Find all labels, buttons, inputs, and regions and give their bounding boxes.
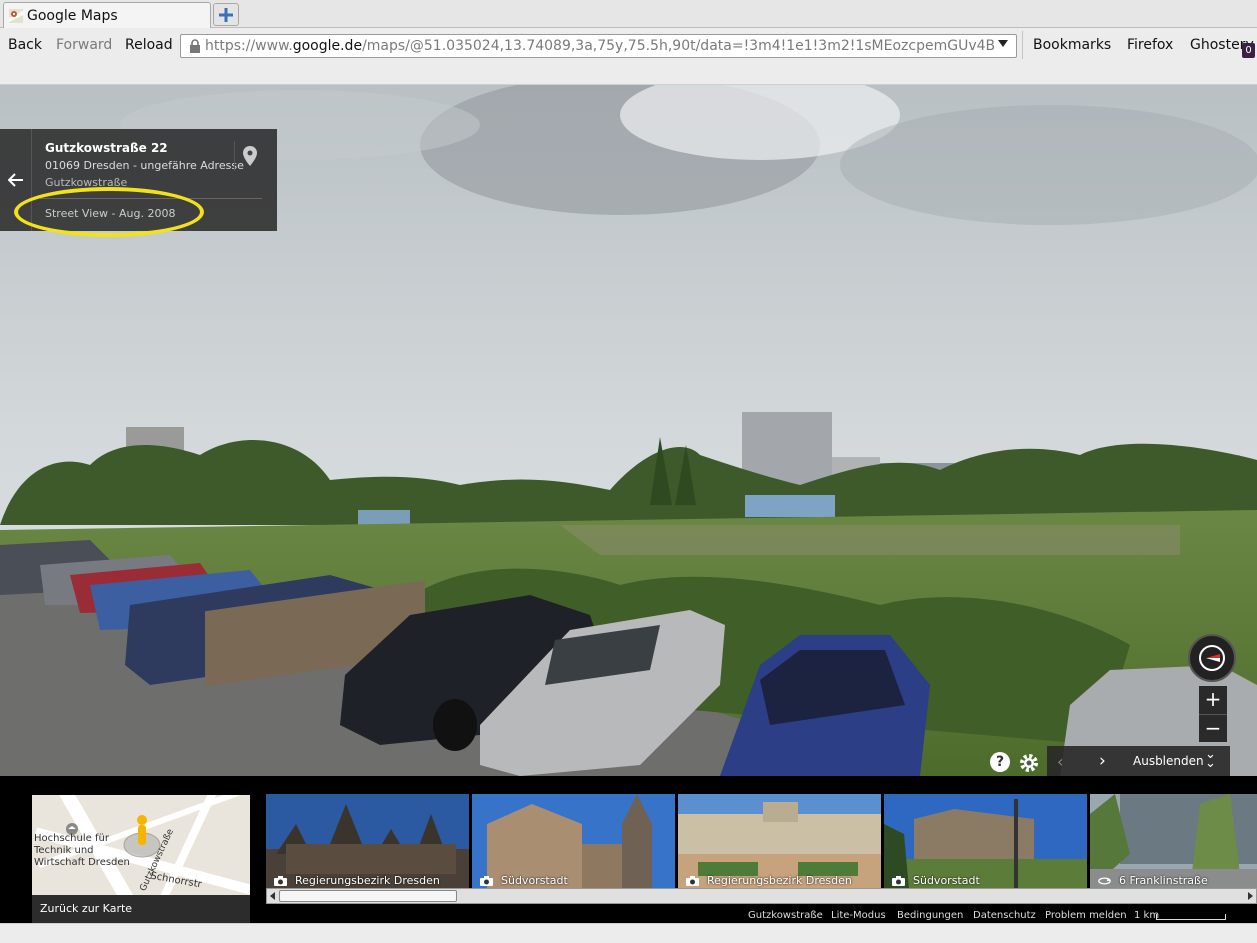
scroll-left-icon[interactable] xyxy=(270,892,275,900)
url-domain: google.de xyxy=(292,38,363,54)
map-pin-icon xyxy=(242,146,257,166)
camera-icon xyxy=(686,875,699,886)
footer-link-privacy[interactable]: Datenschutz xyxy=(973,910,1036,921)
camera-icon xyxy=(892,875,905,886)
360-icon xyxy=(1098,877,1111,884)
map-label-line-2: Technik und xyxy=(34,845,94,856)
thumbnail-caption: Regierungsbezirk Dresden xyxy=(274,874,440,887)
compass-icon xyxy=(1199,645,1225,671)
pegman-icon xyxy=(123,815,161,858)
footer-link-report-problem[interactable]: Problem melden xyxy=(1045,910,1127,921)
bottom-photo-strip: Hochschule für Technik und Wirtschaft Dr… xyxy=(0,776,1257,923)
zoom-out-button[interactable]: − xyxy=(1199,714,1227,742)
photo-thumbnails: Regierungsbezirk Dresden Südvorstadt Reg… xyxy=(266,794,1257,889)
toolbar-separator xyxy=(1022,31,1023,59)
map-label-line-1: Hochschule für xyxy=(34,833,109,844)
thumbnail-caption: 6 Franklinstraße xyxy=(1098,874,1208,887)
thumbnail-caption-text: Südvorstadt xyxy=(913,874,980,887)
hide-photos-button[interactable]: Ausblenden xyxy=(1133,754,1204,768)
mini-map[interactable]: Hochschule für Technik und Wirtschaft Dr… xyxy=(32,795,250,895)
forward-button[interactable]: Forward xyxy=(56,37,112,53)
arrow-left-icon xyxy=(7,173,23,187)
back-button[interactable]: Back xyxy=(8,37,42,53)
url-bar[interactable]: https://www.google.de/maps/@51.035024,13… xyxy=(180,34,1017,58)
photo-thumbnail[interactable]: Südvorstadt xyxy=(884,794,1087,889)
photo-thumbnail[interactable]: Südvorstadt xyxy=(472,794,675,889)
bookmarks-button[interactable]: Bookmarks xyxy=(1033,37,1111,53)
url-dropdown-icon[interactable] xyxy=(998,40,1008,47)
next-photo-button[interactable]: › xyxy=(1099,751,1106,771)
map-pin-button[interactable] xyxy=(234,141,264,171)
footer-link-lite-mode[interactable]: Lite-Modus xyxy=(831,910,886,921)
photo-thumbnail[interactable]: Regierungsbezirk Dresden xyxy=(266,794,469,889)
firefox-menu-button[interactable]: Firefox xyxy=(1127,37,1173,53)
compass-rotate-control[interactable] xyxy=(1188,634,1236,682)
tab-bar: Google Maps xyxy=(0,0,1257,28)
thumbnail-caption-text: Südvorstadt xyxy=(501,874,568,887)
thumbnail-caption-text: Regierungsbezirk Dresden xyxy=(295,874,440,887)
camera-icon xyxy=(274,875,287,886)
location-title: Gutzkowstraße 22 xyxy=(45,141,168,155)
location-address: 01069 Dresden - ungefähre Adresse xyxy=(45,159,244,172)
photo-thumbnail[interactable]: 6 Franklinstraße xyxy=(1090,794,1257,889)
reload-button[interactable]: Reload xyxy=(125,37,173,53)
previous-photo-button[interactable]: ‹ xyxy=(1057,752,1063,771)
map-footer: Gutzkowstraße Lite-Modus Bedingungen Dat… xyxy=(0,906,1257,924)
url-prefix: https://www. xyxy=(205,38,293,54)
navigation-bar: Back Forward Reload https://www.google.d… xyxy=(0,29,1257,85)
google-maps-favicon-icon xyxy=(8,8,24,24)
url-path: /maps/@51.035024,13.74089,3a,75y,75.5h,9… xyxy=(362,38,995,54)
thumbnail-caption: Südvorstadt xyxy=(892,874,980,887)
chevron-double-down-icon[interactable]: ⌄ ⌄ xyxy=(1205,748,1216,770)
thumbnail-caption: Regierungsbezirk Dresden xyxy=(686,874,852,887)
yellow-highlight-ellipse xyxy=(14,187,204,237)
thumbnail-caption-text: Regierungsbezirk Dresden xyxy=(707,874,852,887)
photo-strip-toolbar: ‹ › Ausblenden ⌄ ⌄ xyxy=(1047,746,1230,776)
scroll-right-icon[interactable] xyxy=(1248,892,1253,900)
browser-status-bar xyxy=(0,923,1257,943)
gear-icon[interactable] xyxy=(1018,752,1040,774)
photo-thumbnail[interactable]: Regierungsbezirk Dresden xyxy=(678,794,881,889)
camera-icon xyxy=(480,875,493,886)
thumbnail-caption: Südvorstadt xyxy=(480,874,568,887)
footer-link-terms[interactable]: Bedingungen xyxy=(897,910,963,921)
tab-google-maps[interactable]: Google Maps xyxy=(3,2,211,28)
new-tab-button[interactable] xyxy=(213,3,239,26)
zoom-control: + − xyxy=(1199,686,1227,742)
scrollbar-thumb[interactable] xyxy=(279,890,457,902)
tab-label: Google Maps xyxy=(27,7,118,24)
horizontal-scrollbar[interactable] xyxy=(266,888,1257,904)
ghostery-count-badge: 0 xyxy=(1242,43,1255,58)
lock-icon xyxy=(190,39,200,53)
thumbnail-caption-text: 6 Franklinstraße xyxy=(1119,874,1208,887)
footer-link-street[interactable]: Gutzkowstraße xyxy=(748,910,823,921)
url-text: https://www.google.de/maps/@51.035024,13… xyxy=(205,38,995,54)
zoom-in-button[interactable]: + xyxy=(1199,686,1227,714)
map-label-line-3: Wirtschaft Dresden xyxy=(34,857,130,868)
help-button[interactable]: ? xyxy=(990,752,1010,772)
plus-icon xyxy=(219,7,233,22)
scale-bar xyxy=(1156,914,1226,920)
